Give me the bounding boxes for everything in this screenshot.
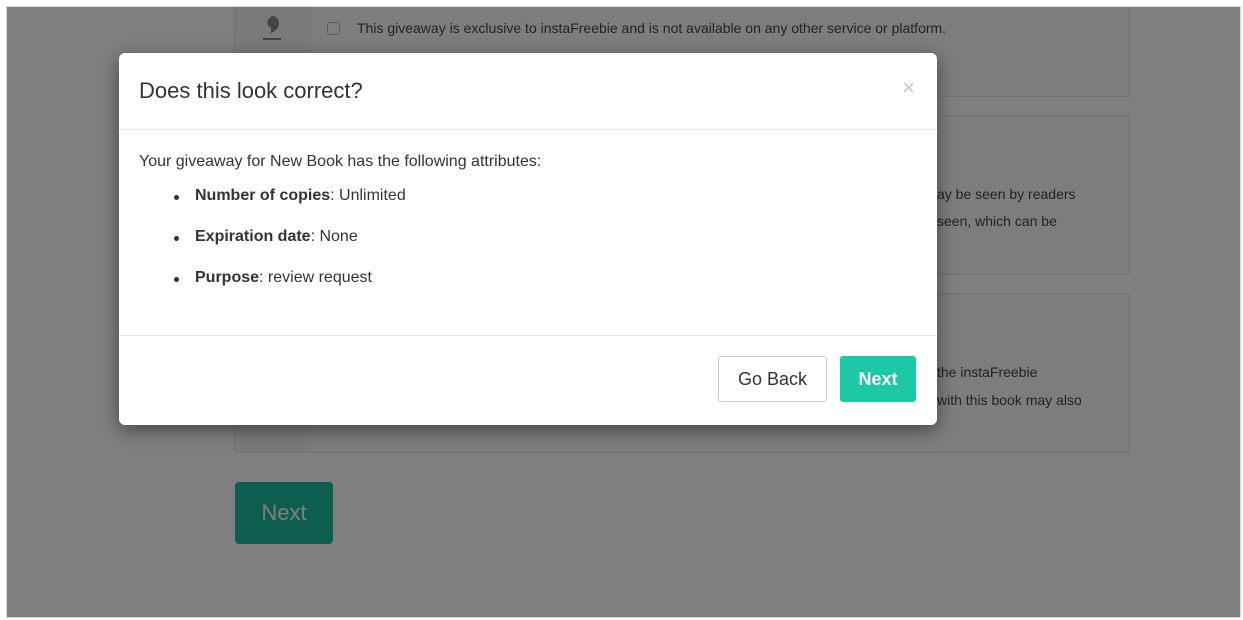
go-back-button[interactable]: Go Back: [718, 356, 827, 402]
modal-footer: Go Back Next: [119, 335, 937, 425]
attribute-value: : Unlimited: [330, 187, 406, 204]
browser-frame: This giveaway is exclusive to instaFreeb…: [6, 6, 1241, 618]
modal-body: Your giveaway for New Book has the follo…: [139, 153, 917, 310]
attribute-number-of-copies: Number of copies: Unlimited: [139, 187, 917, 228]
attribute-value: : review request: [259, 269, 372, 286]
close-icon[interactable]: ×: [902, 77, 915, 99]
attribute-purpose: Purpose: review request: [139, 269, 917, 310]
confirm-modal: Does this look correct? × Your giveaway …: [119, 53, 937, 425]
next-button[interactable]: Next: [840, 356, 916, 402]
modal-title: Does this look correct?: [139, 78, 363, 103]
attribute-label: Expiration date: [195, 228, 311, 245]
modal-intro: Your giveaway for New Book has the follo…: [139, 153, 542, 170]
attribute-label: Number of copies: [195, 187, 331, 204]
attribute-expiration-date: Expiration date: None: [139, 228, 917, 269]
attribute-list: Number of copies: Unlimited Expiration d…: [139, 187, 917, 310]
attribute-value: : None: [310, 228, 358, 245]
modal-header: Does this look correct? ×: [119, 53, 937, 130]
attribute-label: Purpose: [195, 269, 260, 286]
